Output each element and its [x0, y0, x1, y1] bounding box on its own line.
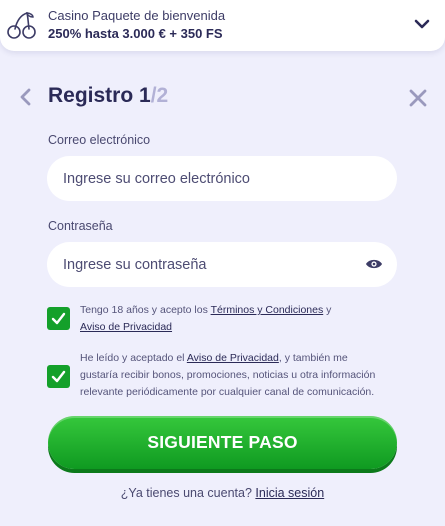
eye-icon[interactable] — [365, 257, 383, 271]
email-label: Correo electrónico — [48, 133, 151, 147]
password-field[interactable] — [47, 242, 397, 287]
terms-checkbox[interactable] — [47, 307, 70, 330]
privacy-link[interactable]: Aviso de Privacidad — [80, 321, 172, 333]
privacy-link-2[interactable]: Aviso de Privacidad — [187, 352, 279, 364]
terms-link[interactable]: Términos y Condiciones — [211, 304, 324, 316]
checkmark-icon — [51, 370, 66, 383]
next-step-button[interactable]: SIGUIENTE PASO — [48, 416, 397, 469]
marketing-consent-text: He leído y aceptado el Aviso de Privacid… — [80, 350, 380, 401]
password-label: Contraseña — [48, 219, 113, 233]
login-question: ¿Ya tienes una cuenta? — [120, 486, 256, 500]
page-title: Registro 1/2 — [48, 84, 168, 108]
marketing-checkbox[interactable] — [47, 365, 70, 388]
back-arrow-icon[interactable] — [16, 86, 36, 108]
cherry-icon — [7, 12, 36, 39]
chevron-down-icon[interactable] — [413, 15, 431, 33]
step-current: 1 — [139, 84, 151, 107]
title-text: Registro — [48, 84, 134, 107]
terms-text-middle: y — [323, 304, 332, 316]
terms-consent-text: Tengo 18 años y acepto los Términos y Co… — [80, 302, 380, 336]
bonus-title: Casino Paquete de bienvenida — [48, 8, 226, 23]
marketing-text-before: He leído y aceptado el — [80, 352, 187, 364]
terms-text-before: Tengo 18 años y acepto los — [80, 304, 211, 316]
step-total: /2 — [150, 84, 169, 107]
email-field[interactable] — [47, 156, 397, 201]
login-prompt: ¿Ya tienes una cuenta? Inicia sesión — [0, 486, 445, 500]
bonus-offer: 250% hasta 3.000 € + 350 FS — [48, 26, 223, 41]
login-link[interactable]: Inicia sesión — [255, 486, 324, 500]
checkmark-icon — [51, 312, 66, 325]
close-icon[interactable] — [407, 87, 429, 109]
bonus-banner[interactable]: Casino Paquete de bienvenida 250% hasta … — [0, 0, 445, 51]
